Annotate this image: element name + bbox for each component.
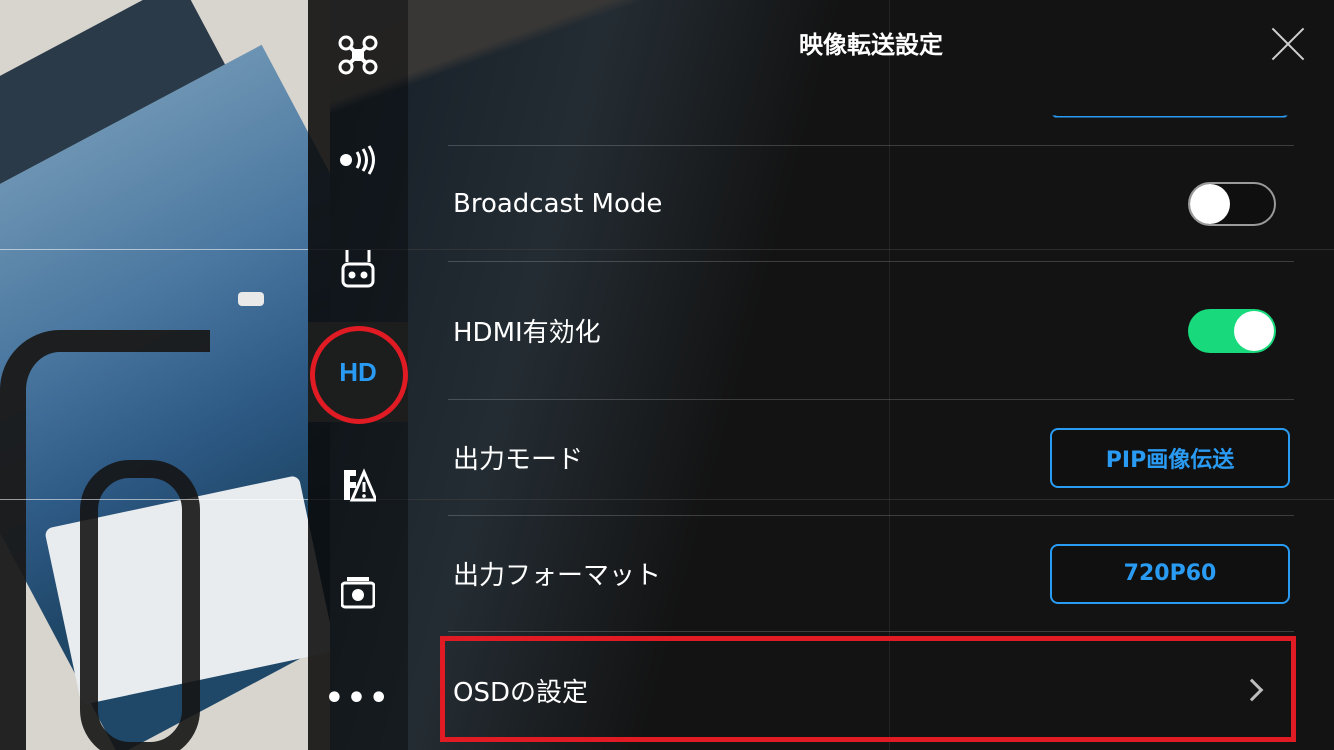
signal-waves-icon: [340, 145, 375, 175]
image-transfer-label: 画像転送設定: [453, 75, 610, 105]
rail-item-battery[interactable]: [308, 435, 408, 535]
output-format-button[interactable]: 720P60: [1050, 543, 1290, 604]
toggle-knob: [1234, 310, 1274, 351]
settings-row-image-transfer: 画像転送設定 720p: [448, 30, 1294, 146]
output-mode-button[interactable]: PIP画像伝送: [1050, 427, 1290, 488]
hdmi-label: HDMI有効化: [453, 318, 601, 348]
hd-label: HD: [339, 356, 377, 387]
osd-label: OSDの設定: [453, 677, 588, 708]
settings-row-osd[interactable]: OSDの設定: [448, 632, 1294, 748]
chevron-right-icon: [1240, 678, 1264, 702]
toggle-knob: [1190, 183, 1230, 224]
image-transfer-value: 720p: [1139, 75, 1201, 100]
image-transfer-button[interactable]: 720p: [1050, 75, 1290, 118]
output-format-label: 出力フォーマット: [453, 561, 662, 591]
more-icon: •••: [324, 680, 392, 716]
rail-item-aircraft[interactable]: [308, 5, 408, 105]
controller-icon: [341, 250, 375, 288]
settings-row-broadcast: Broadcast Mode: [448, 146, 1294, 262]
settings-row-hdmi: HDMI有効化: [448, 262, 1294, 400]
rail-item-camera[interactable]: [308, 543, 408, 643]
hdmi-toggle[interactable]: [1188, 308, 1276, 353]
settings-rail: HD •••: [308, 0, 408, 750]
preview-drone: [238, 292, 264, 306]
camera-preview-visible: [0, 0, 330, 750]
rail-item-signal[interactable]: [308, 110, 408, 210]
camera-icon: [341, 577, 375, 609]
output-mode-value: PIP画像伝送: [1105, 447, 1235, 473]
drone-icon: [338, 35, 378, 75]
settings-row-output-mode: 出力モード PIP画像伝送: [448, 400, 1294, 516]
battery-warning-icon: [344, 468, 376, 502]
rail-item-more[interactable]: •••: [308, 648, 408, 748]
hd-settings-panel: 映像転送設定 画像転送設定 720p Broadcast Mode HDMI有効…: [408, 0, 1334, 750]
broadcast-mode-toggle[interactable]: [1188, 181, 1276, 226]
output-mode-label: 出力モード: [453, 445, 584, 475]
rail-item-hd[interactable]: HD: [308, 322, 408, 422]
broadcast-mode-label: Broadcast Mode: [453, 188, 663, 219]
rail-item-controller[interactable]: [308, 220, 408, 320]
preview-gimbal-arm: [80, 460, 200, 750]
settings-row-output-format: 出力フォーマット 720P60: [448, 516, 1294, 632]
output-format-value: 720P60: [1123, 561, 1217, 586]
